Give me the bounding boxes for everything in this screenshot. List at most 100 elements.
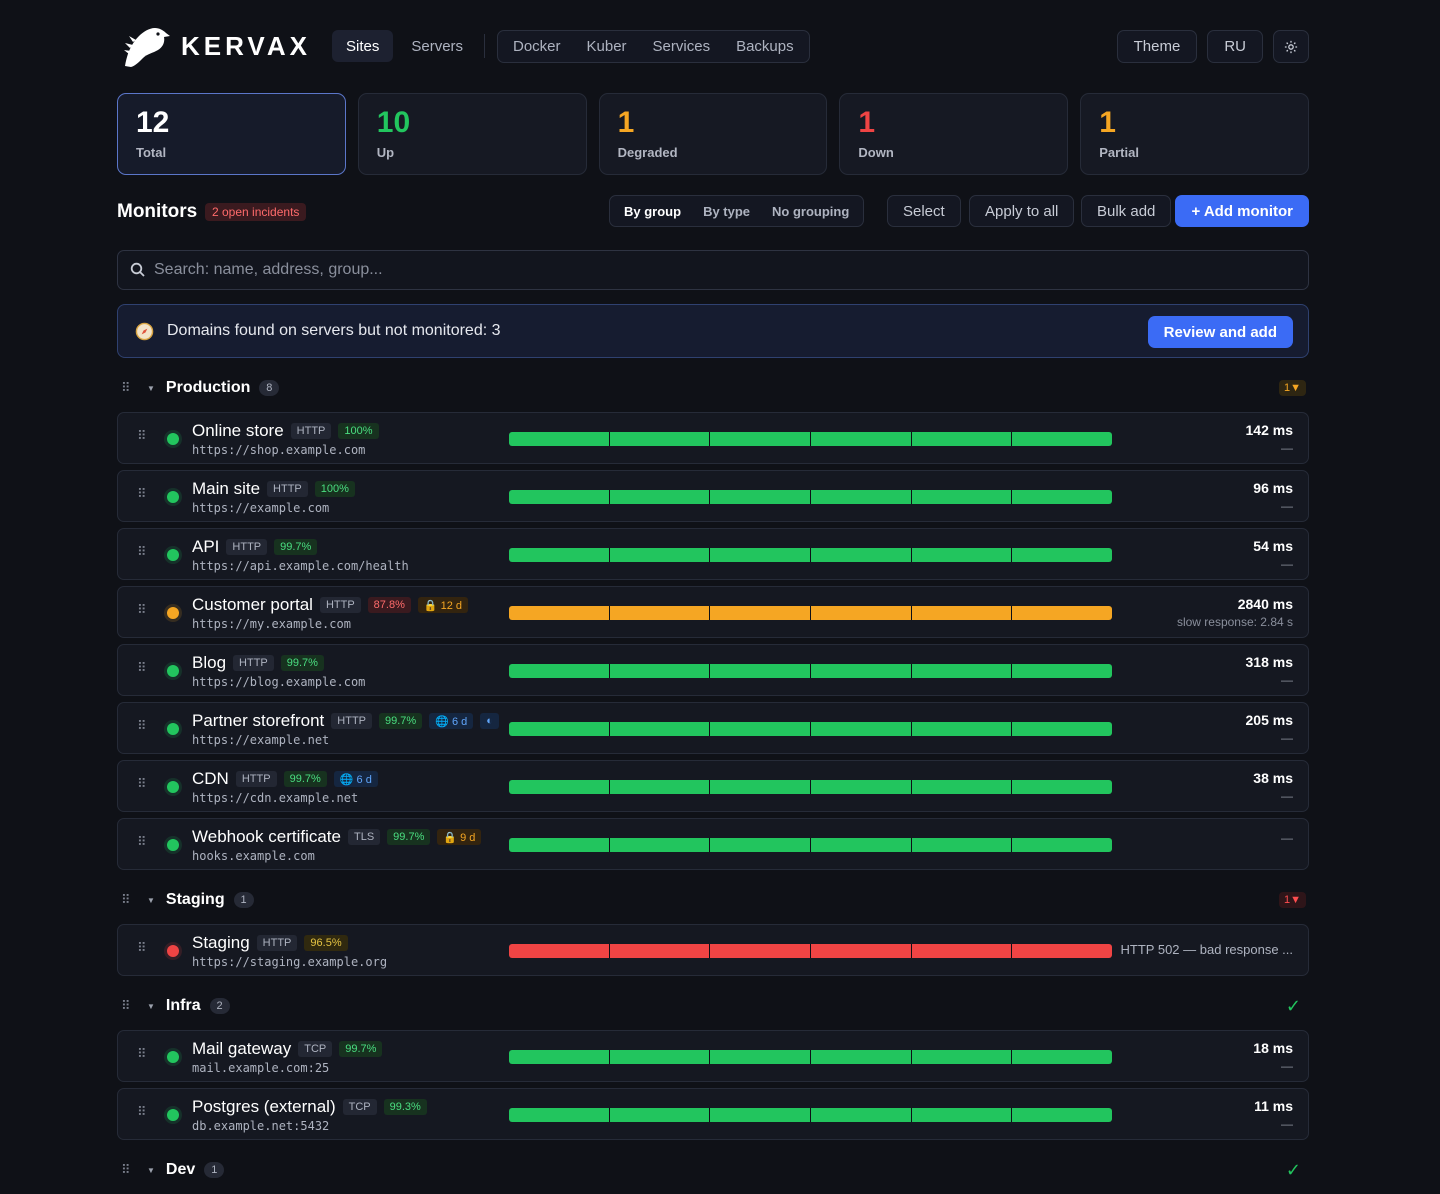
collapse-caret-icon[interactable]: ▼ [147, 896, 155, 905]
monitor-row[interactable]: ⠿ Webhook certificate TLS 99.7% 🔒 9 d ho… [117, 818, 1309, 870]
uptime-segment[interactable] [911, 432, 1012, 446]
uptime-segment[interactable] [811, 780, 911, 794]
add-monitor-button[interactable]: + Add monitor [1175, 195, 1309, 227]
monitor-row[interactable]: ⠿ Online store HTTP 100% https://shop.ex… [117, 412, 1309, 464]
drag-handle-icon[interactable]: ⠿ [121, 999, 135, 1012]
uptime-segment[interactable] [509, 1050, 609, 1064]
settings-button[interactable] [1273, 30, 1309, 63]
group-by-type[interactable]: By type [692, 198, 761, 224]
monitor-name[interactable]: Customer portal [192, 595, 313, 615]
uptime-segment[interactable] [811, 838, 911, 852]
nav-sites[interactable]: Sites [332, 30, 394, 62]
uptime-segment[interactable] [609, 490, 710, 504]
uptime-segment[interactable] [609, 1050, 710, 1064]
monitor-row[interactable]: ⠿ Main site HTTP 100% https://example.co… [117, 470, 1309, 522]
monitor-name[interactable]: API [192, 537, 219, 557]
uptime-segment[interactable] [509, 432, 609, 446]
uptime-segment[interactable] [509, 664, 609, 678]
uptime-segment[interactable] [710, 944, 811, 958]
uptime-segment[interactable] [1012, 838, 1112, 852]
monitor-row[interactable]: ⠿ API HTTP 99.7% https://api.example.com… [117, 528, 1309, 580]
uptime-segment[interactable] [509, 1108, 609, 1122]
uptime-segment[interactable] [710, 664, 811, 678]
monitor-name[interactable]: Webhook certificate [192, 827, 341, 847]
uptime-segment[interactable] [609, 722, 710, 736]
drag-handle-icon[interactable]: ⠿ [137, 719, 151, 732]
drag-handle-icon[interactable]: ⠿ [137, 429, 151, 442]
stat-card-partial[interactable]: 1 Partial [1080, 93, 1309, 175]
drag-handle-icon[interactable]: ⠿ [121, 893, 135, 906]
uptime-segment[interactable] [1012, 606, 1112, 620]
uptime-segment[interactable] [811, 1050, 911, 1064]
uptime-segment[interactable] [609, 432, 710, 446]
nav-kuber[interactable]: Kuber [574, 31, 640, 63]
uptime-segment[interactable] [710, 548, 811, 562]
bulk-add-button[interactable]: Bulk add [1081, 195, 1172, 227]
uptime-segment[interactable] [509, 838, 609, 852]
uptime-segment[interactable] [1012, 1108, 1112, 1122]
uptime-segment[interactable] [1012, 432, 1112, 446]
group-header[interactable]: ⠿ ▼ Dev 1 ✓ [117, 1146, 1309, 1194]
uptime-segment[interactable] [509, 548, 609, 562]
uptime-segment[interactable] [710, 490, 811, 504]
search-input[interactable] [154, 261, 1054, 279]
uptime-segment[interactable] [811, 944, 911, 958]
drag-handle-icon[interactable]: ⠿ [137, 545, 151, 558]
uptime-segment[interactable] [509, 490, 609, 504]
drag-handle-icon[interactable]: ⠿ [137, 835, 151, 848]
monitor-row[interactable]: ⠿ Postgres (external) TCP 99.3% db.examp… [117, 1088, 1309, 1140]
monitor-row[interactable]: ⠿ Partner storefront HTTP 99.7% 🌐 6 d ◐ h… [117, 702, 1309, 754]
uptime-segment[interactable] [710, 722, 811, 736]
uptime-segment[interactable] [609, 548, 710, 562]
uptime-segment[interactable] [911, 1050, 1012, 1064]
uptime-segment[interactable] [509, 780, 609, 794]
monitor-name[interactable]: Partner storefront [192, 711, 324, 731]
uptime-segment[interactable] [1012, 722, 1112, 736]
collapse-caret-icon[interactable]: ▼ [147, 384, 155, 393]
monitor-row[interactable]: ⠿ CDN HTTP 99.7% 🌐 6 d https://cdn.examp… [117, 760, 1309, 812]
drag-handle-icon[interactable]: ⠿ [137, 941, 151, 954]
monitor-name[interactable]: Mail gateway [192, 1039, 291, 1059]
stat-card-degraded[interactable]: 1 Degraded [598, 93, 828, 175]
collapse-caret-icon[interactable]: ▼ [147, 1166, 155, 1175]
uptime-segment[interactable] [710, 1108, 811, 1122]
stat-card-down[interactable]: 1 Down [839, 93, 1069, 175]
stat-card-up[interactable]: 10 Up [357, 93, 587, 175]
uptime-segment[interactable] [911, 1108, 1012, 1122]
uptime-segment[interactable] [710, 838, 811, 852]
drag-handle-icon[interactable]: ⠿ [137, 661, 151, 674]
nav-servers[interactable]: Servers [397, 30, 477, 62]
uptime-segment[interactable] [811, 722, 911, 736]
select-button[interactable]: Select [887, 195, 961, 227]
monitor-name[interactable]: CDN [192, 769, 229, 789]
monitor-row[interactable]: ⠿ Blog HTTP 99.7% https://blog.example.c… [117, 644, 1309, 696]
uptime-segment[interactable] [811, 432, 911, 446]
monitor-name[interactable]: Online store [192, 421, 284, 441]
collapse-caret-icon[interactable]: ▼ [147, 1002, 155, 1011]
monitor-name[interactable]: Blog [192, 653, 226, 673]
uptime-segment[interactable] [911, 664, 1012, 678]
uptime-segment[interactable] [509, 944, 609, 958]
uptime-segment[interactable] [811, 664, 911, 678]
group-by-group[interactable]: By group [613, 198, 692, 224]
uptime-segment[interactable] [1012, 1050, 1112, 1064]
nav-backups[interactable]: Backups [723, 31, 807, 63]
uptime-segment[interactable] [710, 780, 811, 794]
drag-handle-icon[interactable]: ⠿ [137, 603, 151, 616]
monitor-row[interactable]: ⠿ Customer portal HTTP 87.8% 🔒 12 d http… [117, 586, 1309, 638]
uptime-segment[interactable] [1012, 944, 1112, 958]
uptime-segment[interactable] [811, 606, 911, 620]
uptime-segment[interactable] [911, 722, 1012, 736]
drag-handle-icon[interactable]: ⠿ [137, 1047, 151, 1060]
uptime-segment[interactable] [911, 548, 1012, 562]
group-header[interactable]: ⠿ ▼ Production 8 1▼ [117, 364, 1309, 412]
no-grouping[interactable]: No grouping [761, 198, 860, 224]
uptime-segment[interactable] [509, 722, 609, 736]
review-and-add-button[interactable]: Review and add [1147, 316, 1293, 348]
theme-button[interactable]: Theme [1116, 30, 1198, 63]
drag-handle-icon[interactable]: ⠿ [121, 1163, 135, 1176]
uptime-segment[interactable] [911, 944, 1012, 958]
uptime-segment[interactable] [710, 606, 811, 620]
language-button[interactable]: RU [1207, 30, 1263, 63]
stat-card-total[interactable]: 12 Total [117, 93, 346, 175]
